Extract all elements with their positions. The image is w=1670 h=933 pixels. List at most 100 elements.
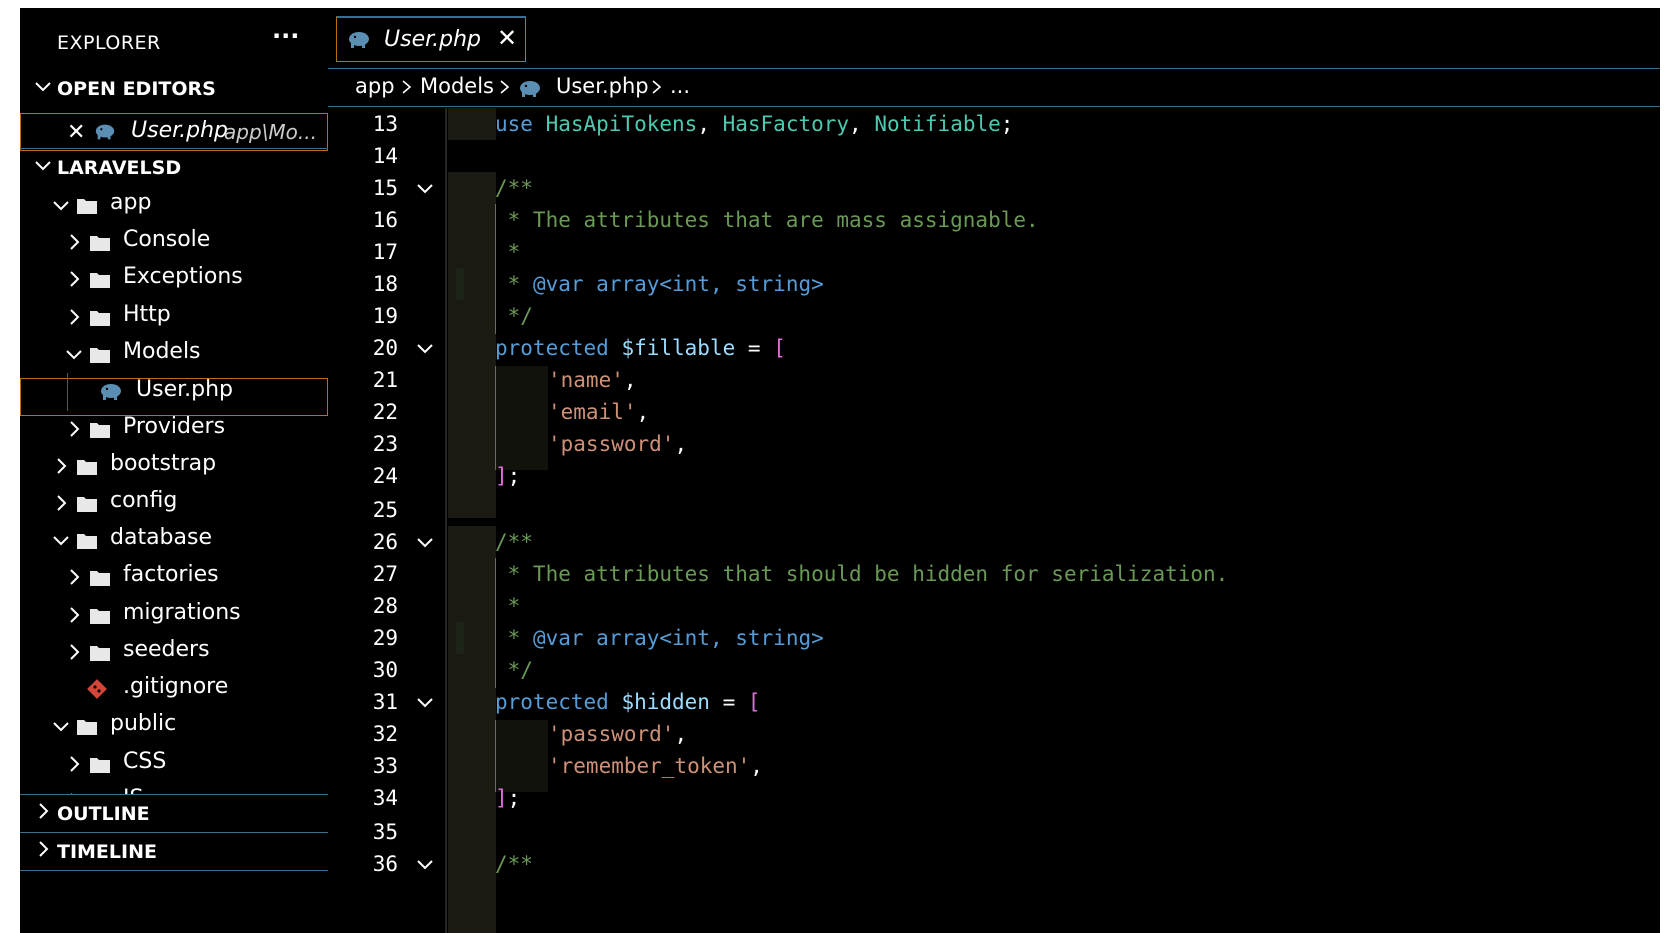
tree-item-label: Models: [123, 339, 201, 364]
tree-item-exceptions[interactable]: Exceptions: [20, 260, 328, 298]
open-editor-label: User.php: [131, 118, 228, 143]
chevron-right-icon: [70, 234, 80, 250]
section-project[interactable]: LARAVELSD: [20, 148, 328, 187]
code-line-23: 'password',: [328, 428, 1660, 460]
breadcrumb: app Models User.php ...: [328, 70, 1660, 107]
code-token: =: [735, 336, 774, 360]
code-line-30: */: [328, 654, 1660, 686]
code-token: ;: [507, 786, 521, 810]
code-token: ,: [849, 112, 875, 136]
code-line-17: *: [328, 236, 1660, 268]
tree-item-database[interactable]: database: [20, 521, 328, 559]
explorer-sidebar: EXPLORER ··· OPEN EDITORS ✕ User.php app…: [20, 8, 329, 933]
code-token: array<int, string>: [596, 272, 824, 296]
chevron-right-icon: [70, 421, 80, 437]
chevron-right-icon: [57, 458, 67, 474]
folder-icon: [90, 273, 110, 288]
code-editor[interactable]: 13 14 15 16 17 18 19 20 21 22 23 24 25 26 27 28 29 30 31 32…: [328, 108, 1660, 933]
section-timeline[interactable]: TIMELINE: [20, 832, 328, 871]
chevron-right-icon: [70, 756, 80, 772]
chevron-right-icon: [39, 841, 49, 857]
code-token: @var: [532, 626, 584, 650]
tree-item-public[interactable]: public: [20, 707, 328, 745]
tree-item-user-php[interactable]: User.php: [20, 373, 328, 411]
folder-icon: [90, 236, 110, 251]
close-icon[interactable]: ✕: [497, 24, 517, 52]
tree-item-factories[interactable]: factories: [20, 558, 328, 596]
code-line-32: 'password',: [328, 718, 1660, 750]
section-project-label: LARAVELSD: [57, 157, 182, 179]
code-line-19: */: [328, 300, 1660, 332]
tree-item-js[interactable]: JS: [20, 782, 328, 794]
sidebar-footer: [20, 870, 328, 933]
tree-item-migrations[interactable]: migrations: [20, 596, 328, 634]
tree-item-label: factories: [123, 562, 219, 587]
breadcrumb-app[interactable]: app: [355, 74, 395, 98]
tree-item-label: Console: [123, 227, 211, 252]
tree-item-label: seeders: [123, 637, 210, 662]
tab-user-php[interactable]: User.php ✕: [336, 16, 526, 62]
code-line-29: * @var array<int, string>: [328, 622, 1660, 654]
tree-item-label: database: [110, 525, 212, 550]
tree-item-label: bootstrap: [110, 451, 217, 476]
code-token: protected: [495, 336, 609, 360]
code-line-26: /**: [328, 526, 1660, 558]
line-number: 35: [372, 820, 398, 844]
more-actions-icon[interactable]: ···: [272, 22, 299, 50]
tree-item-console[interactable]: Console: [20, 223, 328, 261]
chevron-right-icon: [70, 607, 80, 623]
tree-item-label: config: [110, 488, 178, 513]
tree-item-models[interactable]: Models: [20, 335, 328, 373]
tree-item-app[interactable]: app: [20, 186, 328, 224]
chevron-down-icon: [66, 350, 82, 360]
code-line-36: /**: [328, 848, 1660, 880]
tree-item-bootstrap[interactable]: bootstrap: [20, 447, 328, 485]
code-token: ,: [750, 754, 763, 778]
tree-item-config[interactable]: config: [20, 484, 328, 522]
breadcrumb-models[interactable]: Models: [420, 74, 494, 98]
open-editor-item-user-php[interactable]: ✕ User.php app\Mo...: [20, 113, 328, 151]
tree-item-gitignore[interactable]: .gitignore: [20, 670, 328, 708]
open-editor-path: app\Mo...: [224, 120, 317, 144]
php-elephant-icon: [520, 81, 540, 97]
code-token: [: [773, 336, 786, 360]
tree-item-label: CSS: [123, 749, 167, 774]
chevron-right-icon: [70, 309, 80, 325]
code-line-20: protected $fillable = [: [328, 332, 1660, 364]
tab-bar: User.php ✕: [328, 8, 1660, 69]
chevron-right-icon: [402, 80, 412, 94]
line-number: 14: [372, 144, 398, 168]
chevron-right-icon: [39, 803, 49, 819]
code-line-22: 'email',: [328, 396, 1660, 428]
tree-item-http[interactable]: Http: [20, 298, 328, 336]
breadcrumb-user-php[interactable]: User.php: [556, 74, 649, 98]
chevron-right-icon: [652, 80, 662, 94]
code-token: Notifiable: [874, 112, 1001, 136]
folder-icon: [90, 758, 110, 773]
close-icon[interactable]: ✕: [67, 120, 85, 145]
code-token: HasApiTokens: [545, 112, 698, 136]
code-token: */: [495, 304, 533, 328]
tree-item-label: app: [110, 190, 152, 215]
code-token: array<int, string>: [596, 626, 824, 650]
tree-item-css[interactable]: CSS: [20, 745, 328, 783]
code-token: * The attributes that are mass assignabl…: [495, 208, 1039, 232]
code-token: *: [495, 272, 533, 296]
gutter-row: 35: [328, 816, 448, 848]
section-timeline-label: TIMELINE: [57, 841, 157, 863]
code-line-28: *: [328, 590, 1660, 622]
section-open-editors[interactable]: OPEN EDITORS: [20, 70, 328, 108]
code-token: * The attributes that should be hidden f…: [495, 562, 1229, 586]
vscode-window: EXPLORER ··· OPEN EDITORS ✕ User.php app…: [20, 8, 1660, 933]
code-token: 'password': [548, 722, 675, 746]
breadcrumb-ellipsis[interactable]: ...: [670, 74, 690, 98]
folder-icon: [90, 646, 110, 661]
chevron-down-icon: [53, 536, 69, 546]
code-token: ,: [674, 432, 688, 456]
tree-item-providers[interactable]: Providers: [20, 410, 328, 448]
section-open-editors-label: OPEN EDITORS: [57, 78, 216, 100]
tree-item-label: Exceptions: [123, 264, 243, 289]
section-outline[interactable]: OUTLINE: [20, 794, 328, 833]
tree-item-seeders[interactable]: seeders: [20, 633, 328, 671]
tree-item-label: public: [110, 711, 177, 736]
